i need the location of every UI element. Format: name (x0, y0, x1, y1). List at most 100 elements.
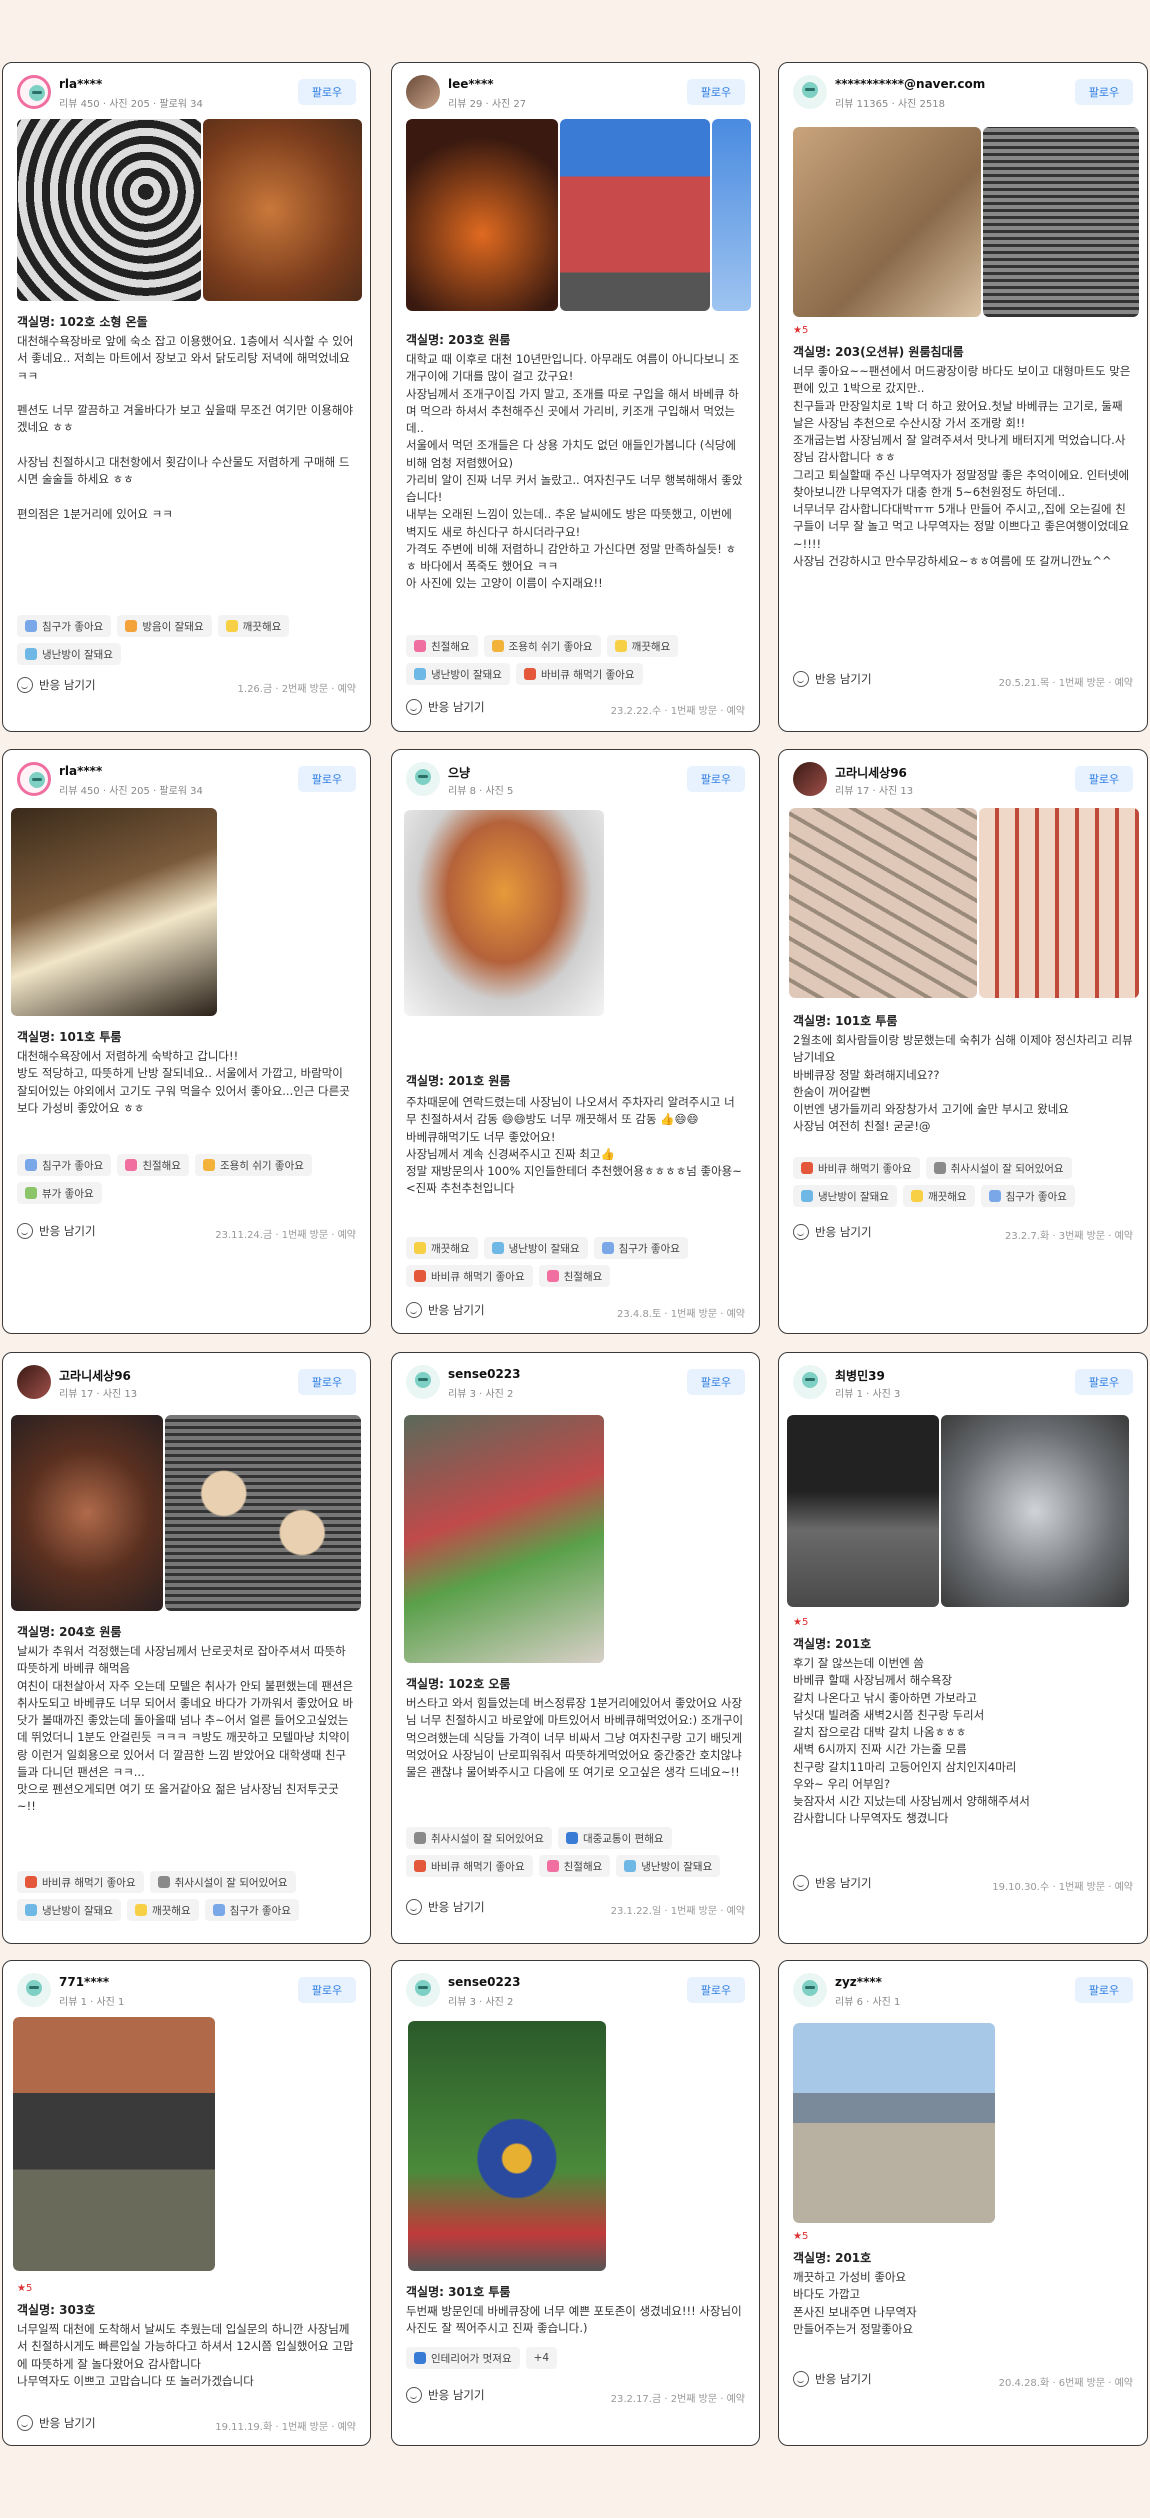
review-photos[interactable] (408, 2021, 751, 2271)
username[interactable]: 고라니세상96 (835, 764, 907, 781)
review-photos[interactable] (793, 127, 1139, 317)
review-photo[interactable] (404, 810, 604, 1016)
user-stats: 리뷰 3 · 사진 2 (448, 1997, 514, 2008)
follow-button[interactable]: 팔로우 (298, 1977, 356, 2003)
avatar[interactable] (406, 1365, 440, 1399)
username[interactable]: rla**** (59, 77, 102, 91)
review-text[interactable]: 대천해수욕장바로 앞에 숙소 잡고 이용했어요. 1층에서 식사할 수 있어서 … (17, 333, 356, 609)
avatar[interactable] (793, 75, 827, 109)
review-text[interactable]: 깨끗하고 가성비 좋아요 바다도 가깝고 폰사진 보내주면 나무역자 만들어주는… (793, 2269, 1133, 2345)
review-photo[interactable] (165, 1415, 361, 1611)
visit-info: 19.11.19.화 · 1번째 방문 · 예약 (215, 2422, 356, 2433)
review-photos[interactable] (11, 808, 362, 1016)
avatar[interactable] (406, 762, 440, 796)
react-button[interactable]: 반응 남기기 (406, 1302, 485, 1318)
review-photo[interactable] (787, 1415, 939, 1607)
avatar[interactable] (17, 1973, 51, 2007)
username[interactable]: 고라니세상96 (59, 1367, 131, 1384)
avatar[interactable] (793, 1973, 827, 2007)
username[interactable]: 771**** (59, 1975, 109, 1989)
react-button[interactable]: 반응 남기기 (17, 2415, 96, 2431)
review-photo[interactable] (11, 1415, 163, 1611)
follow-button[interactable]: 팔로우 (298, 1369, 356, 1395)
react-button[interactable]: 반응 남기기 (793, 2371, 872, 2387)
follow-button[interactable]: 팔로우 (687, 1977, 745, 2003)
review-photos[interactable] (17, 119, 362, 301)
review-text[interactable]: 대학교 때 이후로 대천 10년만입니다. 아무래도 여름이 아니다보니 조개구… (406, 351, 745, 627)
review-photos[interactable] (404, 1415, 751, 1663)
follow-button[interactable]: 팔로우 (298, 766, 356, 792)
smile-icon (17, 677, 33, 693)
review-photo[interactable] (712, 119, 751, 311)
review-text[interactable]: 날씨가 추워서 걱정했는데 사장님께서 난로곳처로 잡아주셔서 따뜻하따뜻하게 … (17, 1643, 356, 1859)
avatar[interactable] (406, 75, 440, 109)
review-text[interactable]: 후기 잘 않쓰는데 이번엔 씀 바베큐 할때 사장님께서 해수욕장 갈치 나온다… (793, 1655, 1133, 1829)
username[interactable]: 으냥 (448, 764, 470, 781)
review-photo[interactable] (983, 127, 1139, 317)
review-photos[interactable] (13, 2017, 362, 2271)
review-photo[interactable] (560, 119, 710, 311)
smile-icon (793, 1875, 809, 1891)
react-button[interactable]: 반응 남기기 (793, 671, 872, 687)
follow-button[interactable]: 팔로우 (687, 1369, 745, 1395)
follow-button[interactable]: 팔로우 (687, 766, 745, 792)
review-photos[interactable] (404, 810, 751, 1016)
cooking-icon (933, 1162, 946, 1174)
follow-button[interactable]: 팔로우 (1075, 79, 1133, 105)
review-tag: 친절해요 (538, 1855, 611, 1877)
react-button[interactable]: 반응 남기기 (406, 2387, 485, 2403)
review-photos[interactable] (793, 2023, 1139, 2223)
star-rating: ★5 (793, 325, 809, 336)
review-text[interactable]: 너무 좋아요~~팬션에서 머드광장이랑 바다도 보이고 대형마트도 맞은편에 있… (793, 363, 1133, 663)
avatar[interactable] (406, 1973, 440, 2007)
review-photo[interactable] (793, 2023, 995, 2223)
review-photo[interactable] (11, 808, 217, 1016)
username[interactable]: sense0223 (448, 1975, 521, 1989)
review-text[interactable]: 버스타고 와서 힘들었는데 버스정류장 1분거리에있어서 좋았어요 사장님 너무… (406, 1695, 745, 1831)
review-photos[interactable] (406, 119, 751, 311)
username[interactable]: rla**** (59, 764, 102, 778)
follow-button[interactable]: 팔로우 (1075, 766, 1133, 792)
review-photo[interactable] (17, 119, 201, 301)
review-photo[interactable] (941, 1415, 1129, 1607)
react-button[interactable]: 반응 남기기 (17, 677, 96, 693)
follow-button[interactable]: 팔로우 (1075, 1369, 1133, 1395)
avatar[interactable] (793, 1365, 827, 1399)
review-photo[interactable] (406, 119, 558, 311)
username[interactable]: ***********@naver.com (835, 77, 985, 91)
review-photo[interactable] (793, 127, 981, 317)
review-photo[interactable] (979, 808, 1139, 998)
review-photo[interactable] (404, 1415, 604, 1663)
more-tags[interactable]: +4 (525, 2347, 558, 2369)
react-button[interactable]: 반응 남기기 (406, 1899, 485, 1915)
review-photo[interactable] (789, 808, 977, 998)
follow-button[interactable]: 팔로우 (1075, 1977, 1133, 2003)
review-text[interactable]: 2월초에 회사람들이랑 방문했는데 숙취가 심해 이제야 정신차리고 리뷰 남기… (793, 1032, 1133, 1136)
react-button[interactable]: 반응 남기기 (793, 1224, 872, 1240)
avatar[interactable] (17, 762, 51, 796)
react-button[interactable]: 반응 남기기 (17, 1223, 96, 1239)
review-text[interactable]: 대천해수욕장에서 저렴하게 숙박하고 갑니다!! 방도 적당하고, 따뜻하게 난… (17, 1048, 356, 1138)
username[interactable]: sense0223 (448, 1367, 521, 1381)
review-photo[interactable] (408, 2021, 606, 2271)
username[interactable]: 최병민39 (835, 1367, 885, 1384)
avatar[interactable] (17, 1365, 51, 1399)
review-photo[interactable] (13, 2017, 215, 2271)
review-text[interactable]: 두번째 방문인데 바베큐장에 너무 예쁜 포토존이 생겼네요!!! 사장님이 사… (406, 2303, 745, 2343)
react-button[interactable]: 반응 남기기 (793, 1875, 872, 1891)
username[interactable]: lee**** (448, 77, 494, 91)
follow-button[interactable]: 팔로우 (687, 79, 745, 105)
react-button[interactable]: 반응 남기기 (406, 699, 485, 715)
avatar[interactable] (793, 762, 827, 796)
review-photo[interactable] (203, 119, 362, 301)
review-photos[interactable] (787, 1415, 1139, 1607)
review-text[interactable]: 주차때문에 연락드렸는데 사장님이 나오셔서 주차자리 알려주시고 너무 친절하… (406, 1094, 745, 1228)
review-photos[interactable] (789, 808, 1139, 998)
username[interactable]: zyz**** (835, 1975, 882, 1989)
review-card: 최병민39 리뷰 1 · 사진 3 팔로우 ★5 객실명: 201호 후기 잘 … (778, 1352, 1148, 1944)
review-photos[interactable] (11, 1415, 362, 1611)
follow-button[interactable]: 팔로우 (298, 79, 356, 105)
review-text[interactable]: 너무일찍 대천에 도착해서 날씨도 추웠는데 입실문의 하니깐 사장님께서 친절… (17, 2321, 356, 2407)
avatar[interactable] (17, 75, 51, 109)
sparkle-icon (134, 1904, 147, 1916)
